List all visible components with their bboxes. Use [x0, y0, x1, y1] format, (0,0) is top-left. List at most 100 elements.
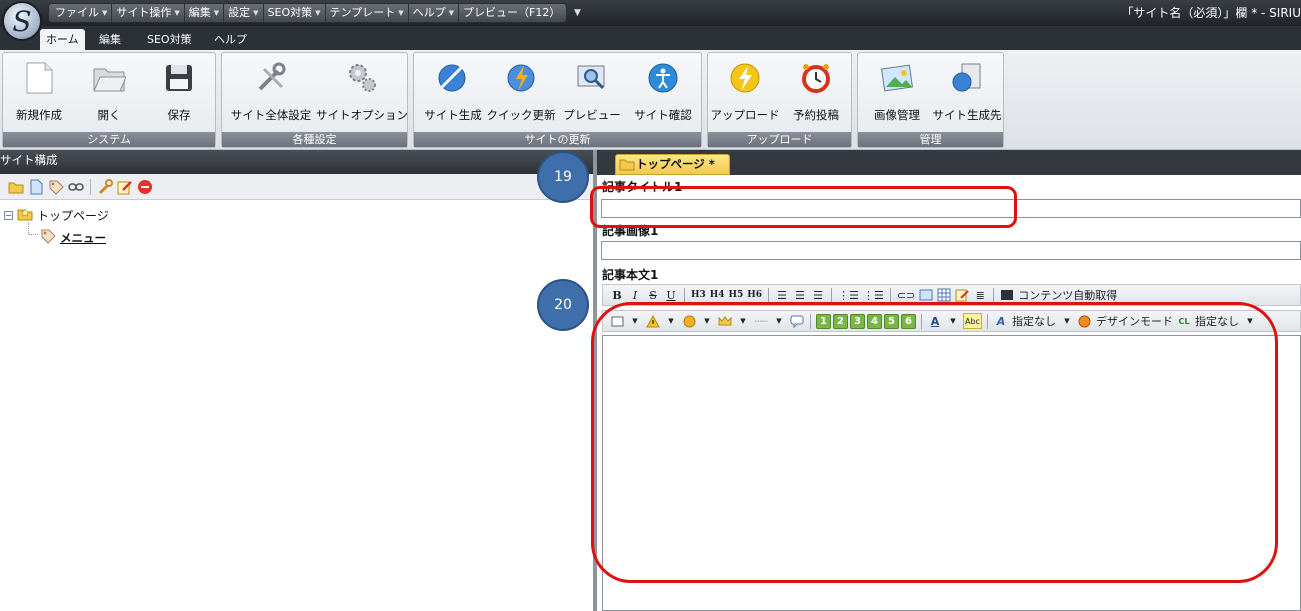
align-left-icon[interactable]: ☰: [774, 287, 790, 303]
heading6-button[interactable]: H6: [746, 287, 763, 303]
site-generate-button[interactable]: サイト生成: [422, 61, 484, 129]
dropdown-arrow-icon: ▼: [213, 9, 220, 17]
italic-button[interactable]: I: [627, 287, 643, 303]
group-label-system: システム: [3, 132, 215, 147]
site-options-button[interactable]: サイトオプション: [316, 61, 408, 129]
group-label-site-update: サイトの更新: [414, 132, 701, 147]
ribbon-group-upload: アップロード 予約投稿 アップロード: [707, 52, 852, 148]
ribbon-group-management: 画像管理 サイト生成先 管理: [857, 52, 1004, 148]
quick-menu-item[interactable]: ヘルプ ▼: [409, 4, 459, 22]
bold-button[interactable]: B: [609, 287, 625, 303]
delete-icon[interactable]: [137, 179, 153, 195]
site-generate-label: サイト生成: [424, 108, 482, 122]
document-tab-top-page[interactable]: トップページ *: [615, 154, 730, 175]
clear-format-icon[interactable]: ≣: [972, 287, 988, 303]
quick-menu-label: 設定: [228, 6, 251, 19]
accessibility-icon: [646, 61, 680, 95]
quick-menu-item[interactable]: 編集 ▼: [185, 4, 225, 22]
quick-menu-label: テンプレート: [329, 6, 396, 19]
tools-icon: [254, 61, 288, 95]
lightning-icon: [728, 61, 762, 95]
add-tag-icon[interactable]: [48, 179, 64, 195]
strikethrough-button[interactable]: S: [645, 287, 661, 303]
save-button[interactable]: 保存: [153, 61, 205, 129]
tag-icon: [40, 228, 56, 247]
add-folder-icon[interactable]: [8, 179, 24, 195]
toolbar-separator: [993, 287, 995, 303]
annotation-badge-20: 20: [537, 279, 589, 331]
site-check-label: サイト確認: [634, 108, 692, 122]
article-image-input[interactable]: [601, 241, 1301, 260]
quick-menu-label: ファイル: [55, 6, 99, 19]
new-document-icon: [22, 61, 56, 95]
auto-content-icon[interactable]: [999, 287, 1015, 303]
dropdown-arrow-icon: ▼: [174, 9, 180, 17]
site-structure-toolbar: [0, 174, 593, 200]
site-output-label: サイト生成先: [932, 108, 1002, 122]
link-icon[interactable]: [68, 179, 84, 195]
folder-star-icon: [17, 207, 33, 224]
bullet-list-icon[interactable]: ⋮☰: [837, 287, 860, 303]
image-management-button[interactable]: 画像管理: [866, 61, 928, 129]
quick-menu-label: 編集: [188, 6, 211, 19]
quick-menu-item[interactable]: ファイル ▼: [51, 4, 113, 22]
underline-button[interactable]: U: [663, 287, 679, 303]
upload-button[interactable]: アップロード: [711, 61, 780, 129]
quick-menu-item[interactable]: サイト操作 ▼: [112, 4, 185, 22]
edit-icon[interactable]: [117, 179, 133, 195]
dropdown-arrow-icon: ▼: [398, 9, 404, 17]
dropdown-arrow-icon: ▼: [448, 9, 454, 17]
open-button[interactable]: 開く: [83, 61, 135, 129]
quick-menu-item[interactable]: テンプレート ▼: [326, 4, 409, 22]
image-management-label: 画像管理: [874, 108, 920, 122]
quick-update-button[interactable]: クイック更新: [487, 61, 556, 129]
gears-icon: [345, 61, 379, 95]
tab-home[interactable]: ホーム: [40, 29, 85, 50]
heading4-button[interactable]: H4: [709, 287, 726, 303]
group-label-management: 管理: [858, 132, 1003, 147]
tab-seo[interactable]: SEO対策: [141, 29, 198, 50]
lightning-globe-icon: [504, 61, 538, 95]
quick-access-customize-icon[interactable]: ▼: [574, 8, 581, 18]
heading3-button[interactable]: H3: [690, 287, 707, 303]
window-title: 「サイト名（必須）」欄 * - SIRIU: [1121, 6, 1301, 20]
quick-menu-item[interactable]: 設定 ▼: [224, 4, 264, 22]
tab-help[interactable]: ヘルプ: [208, 29, 253, 50]
scheduled-post-button[interactable]: 予約投稿: [786, 61, 846, 129]
ribbon-group-settings: サイト全体設定 サイトオプション 各種設定: [221, 52, 408, 148]
tree-item-label: トップページ: [37, 209, 109, 223]
site-options-label: サイトオプション: [316, 108, 408, 122]
align-center-icon[interactable]: ☰: [792, 287, 808, 303]
insert-table-icon[interactable]: [936, 287, 952, 303]
toolbar-separator: [768, 287, 770, 303]
add-page-icon[interactable]: [28, 179, 44, 195]
quick-menu-item[interactable]: プレビュー（F12）: [459, 4, 564, 22]
numbered-list-icon[interactable]: ⋮☰: [862, 287, 885, 303]
edit-html-icon[interactable]: [954, 287, 970, 303]
ribbon: 新規作成 開く 保存 システム サイト全体設定 サイトオプション 各種設定 サイ…: [0, 50, 1301, 150]
link-icon[interactable]: ⊂⊃: [896, 287, 916, 303]
document-tab-bar: トップページ *: [597, 150, 1301, 175]
auto-content-button[interactable]: コンテンツ自動取得: [1017, 287, 1118, 303]
quick-menu-item[interactable]: SEO対策 ▼: [264, 4, 326, 22]
site-settings-button[interactable]: サイト全体設定: [228, 61, 314, 129]
site-structure-title: サイト構成: [0, 153, 58, 167]
quick-menu: ファイル ▼ サイト操作 ▼ 編集 ▼ 設定 ▼ SEO対策 ▼ テンプレート ▼ ヘルプ ▼ プレビュー（…: [48, 3, 568, 23]
wrench-icon[interactable]: [97, 178, 113, 195]
app-logo-button[interactable]: S: [2, 1, 42, 41]
align-right-icon[interactable]: ☰: [810, 287, 826, 303]
site-check-button[interactable]: サイト確認: [632, 61, 694, 129]
site-output-button[interactable]: サイト生成先: [932, 61, 1002, 129]
heading5-button[interactable]: H5: [728, 287, 745, 303]
new-file-button[interactable]: 新規作成: [13, 61, 65, 129]
toolbar-separator: [684, 287, 685, 303]
tree-item-menu[interactable]: メニュー: [40, 228, 106, 247]
dropdown-arrow-icon: ▼: [315, 9, 321, 17]
save-label: 保存: [167, 108, 191, 122]
collapse-toggle-icon[interactable]: −: [4, 211, 13, 220]
tree-connector: [28, 223, 38, 235]
insert-image-icon[interactable]: [918, 287, 934, 303]
tab-edit[interactable]: 編集: [93, 29, 127, 50]
tree-item-top-page[interactable]: − トップページ: [4, 207, 109, 224]
preview-button[interactable]: プレビュー: [562, 61, 622, 129]
